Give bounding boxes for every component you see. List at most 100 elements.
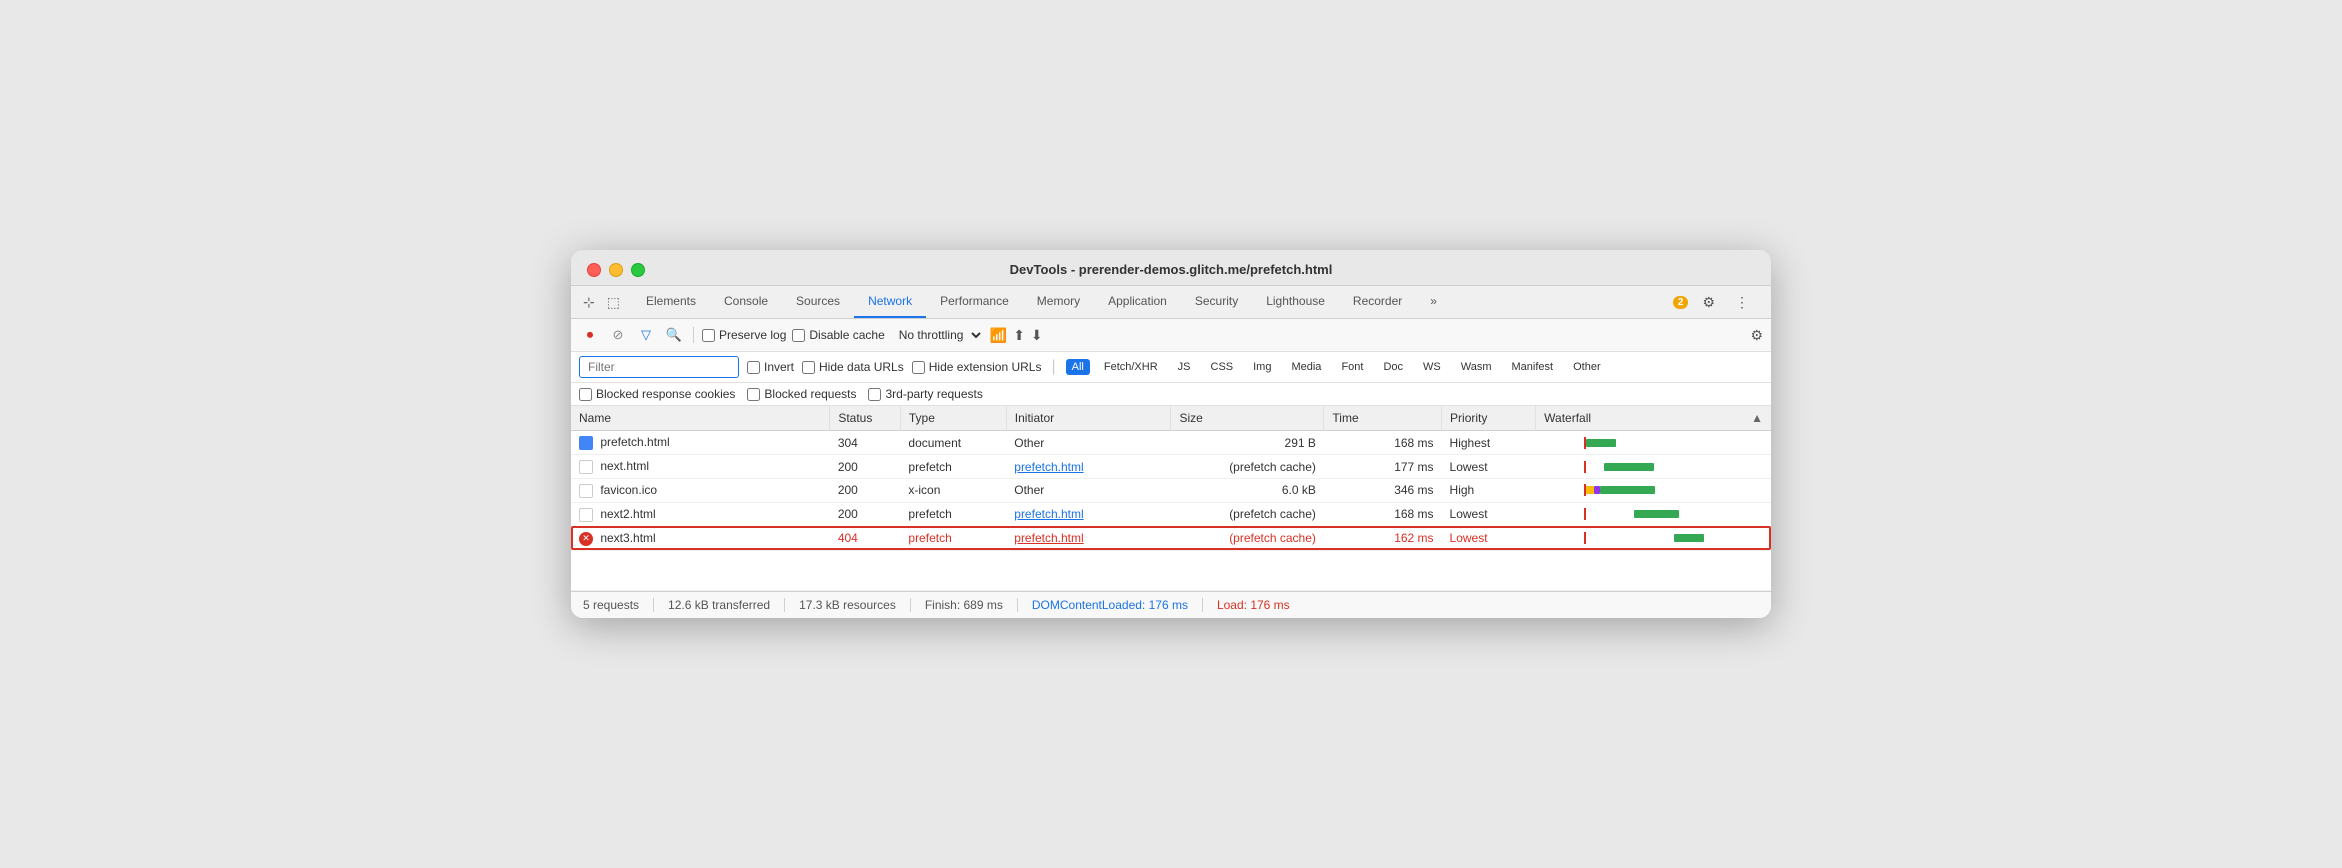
tab-console[interactable]: Console: [710, 286, 782, 318]
issue-badge[interactable]: 2: [1673, 296, 1689, 309]
filter-bar: Invert Hide data URLs Hide extension URL…: [571, 352, 1771, 383]
cell-name: prefetch.html: [571, 431, 830, 455]
record-button[interactable]: ⏺: [579, 324, 601, 346]
filter-type-css[interactable]: CSS: [1205, 359, 1240, 375]
throttle-select[interactable]: No throttling: [891, 325, 984, 345]
tab-network[interactable]: Network: [854, 286, 926, 318]
tab-lighthouse[interactable]: Lighthouse: [1252, 286, 1339, 318]
initiator-link[interactable]: prefetch.html: [1014, 507, 1083, 521]
filter-type-other[interactable]: Other: [1567, 359, 1607, 375]
network-settings-icon[interactable]: ⚙: [1750, 327, 1763, 344]
transferred-size: 12.6 kB transferred: [668, 598, 785, 612]
cell-priority: Highest: [1442, 431, 1536, 455]
cell-size: (prefetch cache): [1171, 526, 1324, 550]
blank-file-icon: [579, 460, 593, 474]
devtools-window: DevTools - prerender-demos.glitch.me/pre…: [571, 250, 1771, 617]
initiator-link[interactable]: prefetch.html: [1014, 460, 1083, 474]
cell-status: 304: [830, 431, 901, 455]
minimize-button[interactable]: [609, 263, 623, 277]
cell-waterfall: [1536, 502, 1771, 526]
doc-file-icon: [579, 436, 593, 450]
table-row[interactable]: next2.html 200 prefetch prefetch.html (p…: [571, 502, 1771, 526]
filter-type-fetch-xhr[interactable]: Fetch/XHR: [1098, 359, 1164, 375]
device-toolbar-icon[interactable]: ⬚: [603, 288, 624, 317]
tab-bar: ⊹ ⬚ Elements Console Sources Network Per…: [571, 286, 1771, 319]
clear-button[interactable]: ⊘: [607, 324, 629, 346]
filter-input[interactable]: [579, 356, 739, 378]
cell-type: prefetch: [900, 502, 1006, 526]
blocked-requests-checkbox[interactable]: Blocked requests: [747, 387, 856, 401]
tab-memory[interactable]: Memory: [1023, 286, 1094, 318]
cell-size: 6.0 kB: [1171, 479, 1324, 503]
dom-content-loaded: DOMContentLoaded: 176 ms: [1032, 598, 1203, 612]
tab-recorder[interactable]: Recorder: [1339, 286, 1416, 318]
table-row[interactable]: favicon.ico 200 x-icon Other 6.0 kB 346 …: [571, 479, 1771, 503]
tab-more[interactable]: »: [1416, 286, 1451, 318]
filter-type-font[interactable]: Font: [1335, 359, 1369, 375]
hide-data-urls-checkbox[interactable]: Hide data URLs: [802, 360, 904, 374]
th-priority[interactable]: Priority: [1442, 406, 1536, 431]
tab-application[interactable]: Application: [1094, 286, 1181, 318]
tab-security[interactable]: Security: [1181, 286, 1252, 318]
table-header-row: Name Status Type Initiator Size Time Pri…: [571, 406, 1771, 431]
cell-waterfall: [1536, 431, 1771, 455]
inspect-icon[interactable]: ⊹: [579, 288, 599, 317]
cell-priority: Lowest: [1442, 526, 1536, 550]
cell-name: next2.html: [571, 502, 830, 526]
invert-checkbox[interactable]: Invert: [747, 360, 794, 374]
table-row[interactable]: prefetch.html 304 document Other 291 B 1…: [571, 431, 1771, 455]
cell-size: 291 B: [1171, 431, 1324, 455]
cell-time: 168 ms: [1324, 431, 1442, 455]
cell-waterfall: [1536, 526, 1771, 550]
filter-button[interactable]: ▽: [635, 324, 657, 346]
th-time[interactable]: Time: [1324, 406, 1442, 431]
tab-bar-right: 2 ⚙ ⋮: [1665, 290, 1763, 315]
cell-status: 200: [830, 455, 901, 479]
tab-elements[interactable]: Elements: [632, 286, 710, 318]
title-bar: DevTools - prerender-demos.glitch.me/pre…: [571, 250, 1771, 286]
upload-icon[interactable]: ⬆: [1013, 327, 1025, 344]
th-type[interactable]: Type: [900, 406, 1006, 431]
maximize-button[interactable]: [631, 263, 645, 277]
disable-cache-checkbox[interactable]: Disable cache: [792, 328, 884, 342]
th-size[interactable]: Size: [1171, 406, 1324, 431]
tab-sources[interactable]: Sources: [782, 286, 854, 318]
table-row-error[interactable]: ✕ next3.html 404 prefetch prefetch.html …: [571, 526, 1771, 550]
cell-name: next.html: [571, 455, 830, 479]
cell-status: 404: [830, 526, 901, 550]
settings-gear-icon[interactable]: ⚙: [1696, 290, 1721, 315]
th-name[interactable]: Name: [571, 406, 830, 431]
cell-priority: Lowest: [1442, 455, 1536, 479]
search-button[interactable]: 🔍: [663, 324, 685, 346]
blocked-cookies-checkbox[interactable]: Blocked response cookies: [579, 387, 735, 401]
filter-type-doc[interactable]: Doc: [1377, 359, 1409, 375]
filter-type-media[interactable]: Media: [1285, 359, 1327, 375]
th-status[interactable]: Status: [830, 406, 901, 431]
filter-type-wasm[interactable]: Wasm: [1455, 359, 1498, 375]
download-icon[interactable]: ⬇: [1031, 327, 1043, 344]
cell-type: prefetch: [900, 455, 1006, 479]
cell-priority: High: [1442, 479, 1536, 503]
cell-time: 162 ms: [1324, 526, 1442, 550]
request-options-bar: Blocked response cookies Blocked request…: [571, 383, 1771, 406]
hide-ext-urls-checkbox[interactable]: Hide extension URLs: [912, 360, 1042, 374]
cell-initiator: prefetch.html: [1006, 526, 1171, 550]
tab-performance[interactable]: Performance: [926, 286, 1023, 318]
filter-type-js[interactable]: JS: [1172, 359, 1197, 375]
th-waterfall[interactable]: Waterfall ▲: [1536, 406, 1771, 431]
filter-type-ws[interactable]: WS: [1417, 359, 1447, 375]
initiator-link[interactable]: prefetch.html: [1014, 531, 1083, 545]
cell-waterfall: [1536, 479, 1771, 503]
cell-initiator: prefetch.html: [1006, 502, 1171, 526]
filter-type-manifest[interactable]: Manifest: [1506, 359, 1560, 375]
more-options-icon[interactable]: ⋮: [1729, 290, 1755, 315]
table-row[interactable]: next.html 200 prefetch prefetch.html (pr…: [571, 455, 1771, 479]
preserve-log-checkbox[interactable]: Preserve log: [702, 328, 786, 342]
cell-status: 200: [830, 502, 901, 526]
cell-status: 200: [830, 479, 901, 503]
filter-type-img[interactable]: Img: [1247, 359, 1277, 375]
third-party-checkbox[interactable]: 3rd-party requests: [868, 387, 982, 401]
th-initiator[interactable]: Initiator: [1006, 406, 1171, 431]
filter-type-all[interactable]: All: [1066, 359, 1090, 375]
close-button[interactable]: [587, 263, 601, 277]
